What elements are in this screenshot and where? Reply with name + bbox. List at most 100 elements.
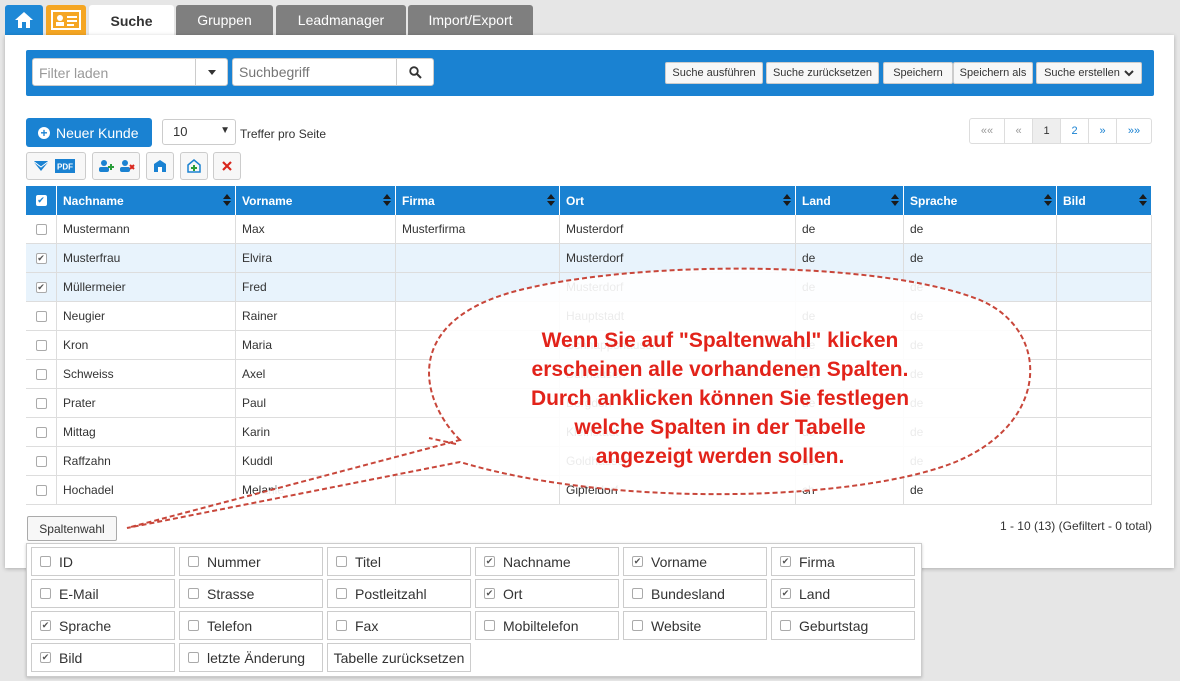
reset-table-button[interactable]: Tabelle zurücksetzen [327, 643, 471, 672]
cell-ort: Musterdorf [560, 273, 796, 301]
column-option-checkbox[interactable] [40, 556, 51, 567]
select-all-checkbox[interactable]: ✔ [26, 186, 57, 215]
new-customer-button[interactable]: + Neuer Kunde [26, 118, 152, 147]
column-option-checkbox[interactable] [188, 588, 199, 599]
column-option-checkbox[interactable] [336, 588, 347, 599]
table-row[interactable]: Hochadel Melanie Gipfeldorf ch de [26, 476, 1152, 505]
column-header-sprache[interactable]: Sprache [904, 186, 1057, 215]
filter-select[interactable]: Filter laden [32, 58, 228, 86]
column-header-vorname[interactable]: Vorname [236, 186, 396, 215]
column-option-checkbox[interactable] [188, 620, 199, 631]
column-option-checkbox[interactable] [780, 620, 791, 631]
tab-gruppen[interactable]: Gruppen [176, 5, 273, 35]
column-option-bundesland[interactable]: Bundesland [623, 579, 767, 608]
send-mail-icon[interactable] [31, 156, 51, 176]
contact-card-tab[interactable] [46, 5, 86, 35]
row-checkbox[interactable]: ✔ [35, 281, 47, 293]
column-option-telefon[interactable]: Telefon [179, 611, 323, 640]
pager-next[interactable]: » [1089, 119, 1117, 143]
column-select-button[interactable]: Spaltenwahl [27, 516, 117, 541]
tab-leadmanager[interactable]: Leadmanager [276, 5, 406, 35]
row-checkbox[interactable] [35, 455, 47, 467]
row-checkbox-cell [26, 447, 57, 475]
add-document-icon[interactable] [185, 156, 203, 176]
row-checkbox[interactable]: ✔ [35, 252, 47, 264]
column-option-checkbox[interactable] [632, 620, 643, 631]
column-option-checkbox[interactable]: ✔ [780, 556, 791, 567]
column-option-checkbox[interactable] [40, 588, 51, 599]
column-option-postleitzahl[interactable]: Postleitzahl [327, 579, 471, 608]
column-option-vorname[interactable]: ✔ Vorname [623, 547, 767, 576]
pager-page-1[interactable]: 1 [1033, 119, 1061, 143]
column-option-bild[interactable]: ✔ Bild [31, 643, 175, 672]
tab-suche[interactable]: Suche [89, 5, 174, 36]
column-option-firma[interactable]: ✔ Firma [771, 547, 915, 576]
column-header-bild[interactable]: Bild [1057, 186, 1152, 215]
filter-placeholder: Filter laden [39, 65, 109, 81]
column-option-geburtstag[interactable]: Geburtstag [771, 611, 915, 640]
add-user-icon[interactable] [97, 156, 114, 176]
column-option-mobiltelefon[interactable]: Mobiltelefon [475, 611, 619, 640]
column-option-ort[interactable]: ✔ Ort [475, 579, 619, 608]
column-header-nachname[interactable]: Nachname [57, 186, 236, 215]
building-icon[interactable] [151, 156, 169, 176]
remove-user-icon[interactable] [118, 156, 135, 176]
execute-search-button[interactable]: Suche ausführen [665, 62, 763, 84]
row-checkbox[interactable] [35, 223, 47, 235]
column-header-ort[interactable]: Ort [560, 186, 796, 215]
column-option-checkbox[interactable] [188, 652, 199, 663]
column-option-nummer[interactable]: Nummer [179, 547, 323, 576]
tab-import-export[interactable]: Import/Export [408, 5, 533, 35]
row-checkbox[interactable] [35, 426, 47, 438]
column-option-checkbox[interactable] [336, 620, 347, 631]
column-header-firma[interactable]: Firma [396, 186, 560, 215]
column-option-checkbox[interactable]: ✔ [632, 556, 643, 567]
table-row[interactable]: Mustermann Max Musterfirma Musterdorf de de [26, 215, 1152, 244]
table-row[interactable]: ✔ Musterfrau Elvira Musterdorf de de [26, 244, 1152, 273]
column-option-checkbox[interactable]: ✔ [780, 588, 791, 599]
table-row[interactable]: ✔ Müllermeier Fred Musterdorf de de [26, 273, 1152, 302]
row-checkbox[interactable] [35, 484, 47, 496]
row-checkbox[interactable] [35, 310, 47, 322]
home-tab[interactable] [5, 5, 43, 35]
row-checkbox[interactable] [35, 397, 47, 409]
column-option-letzte-änderung[interactable]: letzte Änderung [179, 643, 323, 672]
column-option-checkbox[interactable]: ✔ [40, 620, 51, 631]
column-option-id[interactable]: ID [31, 547, 175, 576]
column-option-titel[interactable]: Titel [327, 547, 471, 576]
search-icon [408, 65, 422, 79]
column-option-checkbox[interactable] [188, 556, 199, 567]
pager-prev[interactable]: « [1005, 119, 1033, 143]
column-header-land[interactable]: Land [796, 186, 904, 215]
column-option-checkbox[interactable] [632, 588, 643, 599]
delete-icon[interactable] [218, 156, 236, 176]
search-input[interactable] [232, 58, 396, 86]
column-option-checkbox[interactable]: ✔ [40, 652, 51, 663]
save-as-button[interactable]: Speichern als [953, 62, 1033, 84]
column-option-checkbox[interactable] [336, 556, 347, 567]
create-search-button[interactable]: Suche erstellen [1036, 62, 1142, 84]
pager-page-2[interactable]: 2 [1061, 119, 1089, 143]
column-option-checkbox[interactable]: ✔ [484, 588, 495, 599]
chevron-down-icon[interactable] [195, 59, 227, 85]
save-button[interactable]: Speichern [883, 62, 953, 84]
column-option-e-mail[interactable]: E-Mail [31, 579, 175, 608]
search-button[interactable] [396, 58, 434, 86]
column-option-checkbox[interactable]: ✔ [484, 556, 495, 567]
column-option-strasse[interactable]: Strasse [179, 579, 323, 608]
column-option-sprache[interactable]: ✔ Sprache [31, 611, 175, 640]
row-checkbox[interactable] [35, 339, 47, 351]
column-option-label: Bundesland [651, 585, 725, 602]
reset-search-button[interactable]: Suche zurücksetzen [766, 62, 879, 84]
column-option-fax[interactable]: Fax [327, 611, 471, 640]
column-option-nachname[interactable]: ✔ Nachname [475, 547, 619, 576]
per-page-select[interactable]: 10 ▼ [162, 119, 236, 145]
column-option-website[interactable]: Website [623, 611, 767, 640]
column-option-checkbox[interactable] [484, 620, 495, 631]
sort-icon [1139, 194, 1147, 206]
column-option-land[interactable]: ✔ Land [771, 579, 915, 608]
pager-first[interactable]: «« [970, 119, 1005, 143]
pager-last[interactable]: »» [1117, 119, 1151, 143]
row-checkbox[interactable] [35, 368, 47, 380]
pdf-icon[interactable]: PDF [55, 156, 75, 176]
